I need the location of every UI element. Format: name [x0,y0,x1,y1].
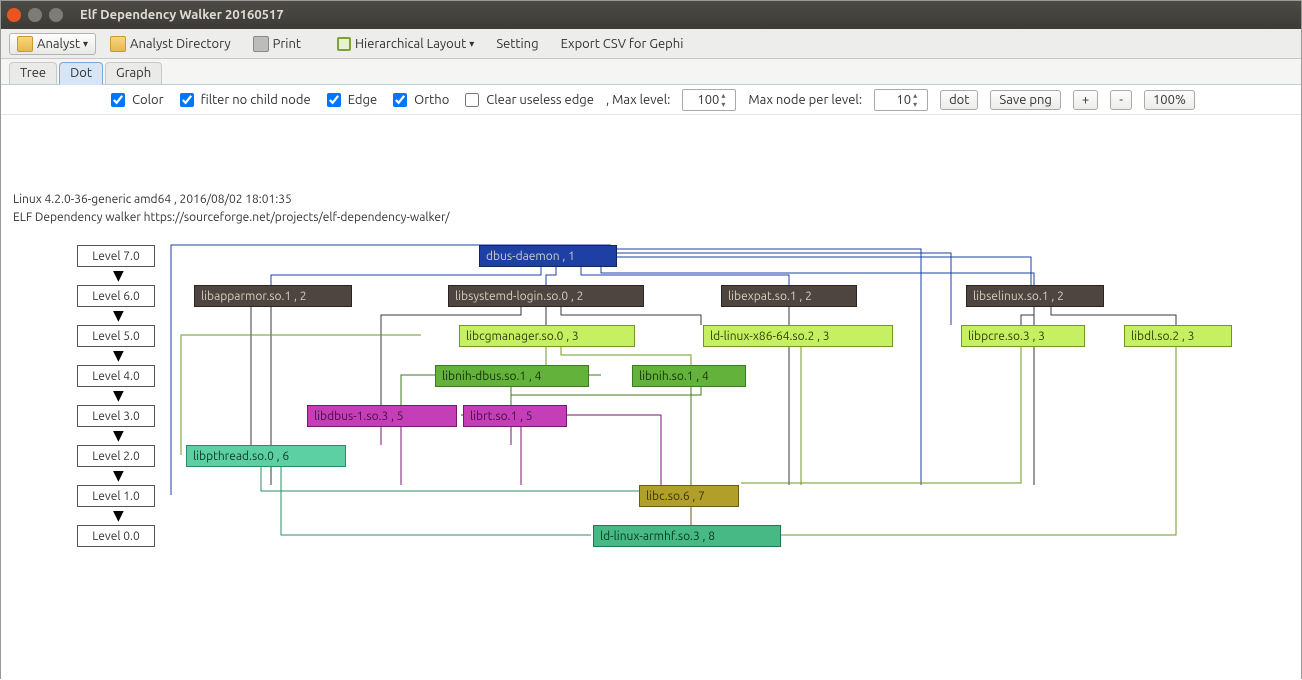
max-level-label: , Max level: [606,93,670,107]
level-box-0: Level 0.0 [77,525,155,547]
main-toolbar: Analyst ▾ Analyst Directory Print Hierar… [1,29,1301,59]
node-librt[interactable]: librt.so.1 , 5 [463,405,567,427]
arrow-down-icon: ▼ [113,467,124,484]
system-info-line: Linux 4.2.0-36-generic amd64 , 2016/08/0… [13,193,292,206]
export-label: Export CSV for Gephi [561,37,684,51]
arrow-down-icon: ▼ [113,347,124,364]
filter-label: filter no child node [201,93,311,107]
clear-edge-label: Clear useless edge [486,93,594,107]
node-ld-linux-armhf[interactable]: ld-linux-armhf.so.3 , 8 [593,525,781,547]
node-libnih[interactable]: libnih.so.1 , 4 [632,365,746,387]
window-minimize-button[interactable] [28,8,42,22]
level-box-1: Level 1.0 [77,485,155,507]
setting-label: Setting [496,37,538,51]
analyst-label: Analyst [37,37,80,51]
chevron-down-icon: ▾ [83,38,88,50]
edge-label: Edge [348,93,377,107]
setting-button[interactable]: Setting [488,34,546,54]
node-libpthread[interactable]: libpthread.so.0 , 6 [186,445,346,467]
max-node-label: Max node per level: [748,93,862,107]
zoom-in-button[interactable]: + [1073,90,1098,110]
ortho-input[interactable] [393,93,407,107]
spinner-icon[interactable]: ▴▾ [913,91,925,109]
node-libnih-dbus[interactable]: libnih-dbus.so.1 , 4 [435,365,589,387]
level-box-2: Level 2.0 [77,445,155,467]
folder-icon [17,36,33,52]
print-icon [253,36,269,52]
node-ld-linux-x86-64[interactable]: ld-linux-x86-64.so.2 , 3 [703,325,893,347]
layout-menu-button[interactable]: Hierarchical Layout ▾ [329,34,482,54]
layout-icon [337,37,351,51]
dot-button[interactable]: dot [940,90,978,110]
max-node-input[interactable]: 10 ▴▾ [874,89,928,111]
spinner-icon[interactable]: ▴▾ [721,91,733,109]
arrow-down-icon: ▼ [113,307,124,324]
color-input[interactable] [111,93,125,107]
folder-icon [110,36,126,52]
node-libapparmor[interactable]: libapparmor.so.1 , 2 [194,285,352,307]
chevron-down-icon: ▾ [469,38,474,50]
node-libselinux[interactable]: libselinux.so.1 , 2 [966,285,1104,307]
level-box-3: Level 3.0 [77,405,155,427]
window-maximize-button[interactable] [49,8,63,22]
view-tabs: Tree Dot Graph [1,59,1301,85]
level-box-4: Level 4.0 [77,365,155,387]
color-checkbox[interactable]: Color [107,90,164,110]
tab-dot[interactable]: Dot [59,62,103,85]
clear-edge-input[interactable] [465,93,479,107]
arrow-down-icon: ▼ [113,387,124,404]
max-level-input[interactable]: 100 ▴▾ [682,89,736,111]
max-level-value: 100 [697,93,719,107]
project-info-line: ELF Dependency walker https://sourceforg… [13,211,450,224]
ortho-label: Ortho [414,93,449,107]
window-title: Elf Dependency Walker 20160517 [80,8,284,22]
layout-label: Hierarchical Layout [355,37,466,51]
arrow-down-icon: ▼ [113,267,124,284]
options-bar: Color filter no child node Edge Ortho Cl… [1,85,1301,115]
node-libexpat[interactable]: libexpat.so.1 , 2 [721,285,857,307]
level-box-5: Level 5.0 [77,325,155,347]
print-label: Print [273,37,301,51]
tab-graph[interactable]: Graph [105,62,162,84]
node-libcgmanager[interactable]: libcgmanager.so.0 , 3 [459,325,635,347]
level-box-7: Level 7.0 [77,245,155,267]
clear-edge-checkbox[interactable]: Clear useless edge [461,90,594,110]
filter-checkbox[interactable]: filter no child node [176,90,311,110]
titlebar: Elf Dependency Walker 20160517 [1,1,1301,29]
node-libdl[interactable]: libdl.so.2 , 3 [1124,325,1232,347]
graph-canvas[interactable]: Linux 4.2.0-36-generic amd64 , 2016/08/0… [1,115,1301,680]
export-csv-button[interactable]: Export CSV for Gephi [553,34,692,54]
analyst-directory-button[interactable]: Analyst Directory [102,33,239,55]
node-libpcre[interactable]: libpcre.so.3 , 3 [961,325,1085,347]
node-libc[interactable]: libc.so.6 , 7 [639,485,739,507]
print-button[interactable]: Print [245,33,309,55]
window-close-button[interactable] [7,8,21,22]
arrow-down-icon: ▼ [113,507,124,524]
analyst-directory-label: Analyst Directory [130,37,231,51]
edge-input[interactable] [327,93,341,107]
analyst-menu-button[interactable]: Analyst ▾ [9,33,96,55]
node-dbus-daemon[interactable]: dbus-daemon , 1 [479,245,617,267]
zoom-out-button[interactable]: - [1110,90,1132,110]
arrow-down-icon: ▼ [113,427,124,444]
ortho-checkbox[interactable]: Ortho [389,90,449,110]
zoom-level-button[interactable]: 100% [1144,90,1195,110]
node-libdbus-1[interactable]: libdbus-1.so.3 , 5 [307,405,457,427]
color-label: Color [132,93,164,107]
save-png-button[interactable]: Save png [990,90,1060,110]
edge-checkbox[interactable]: Edge [323,90,377,110]
node-libsystemd-login[interactable]: libsystemd-login.so.0 , 2 [448,285,644,307]
filter-input[interactable] [180,93,194,107]
max-node-value: 10 [896,93,911,107]
tab-tree[interactable]: Tree [9,62,57,84]
level-box-6: Level 6.0 [77,285,155,307]
